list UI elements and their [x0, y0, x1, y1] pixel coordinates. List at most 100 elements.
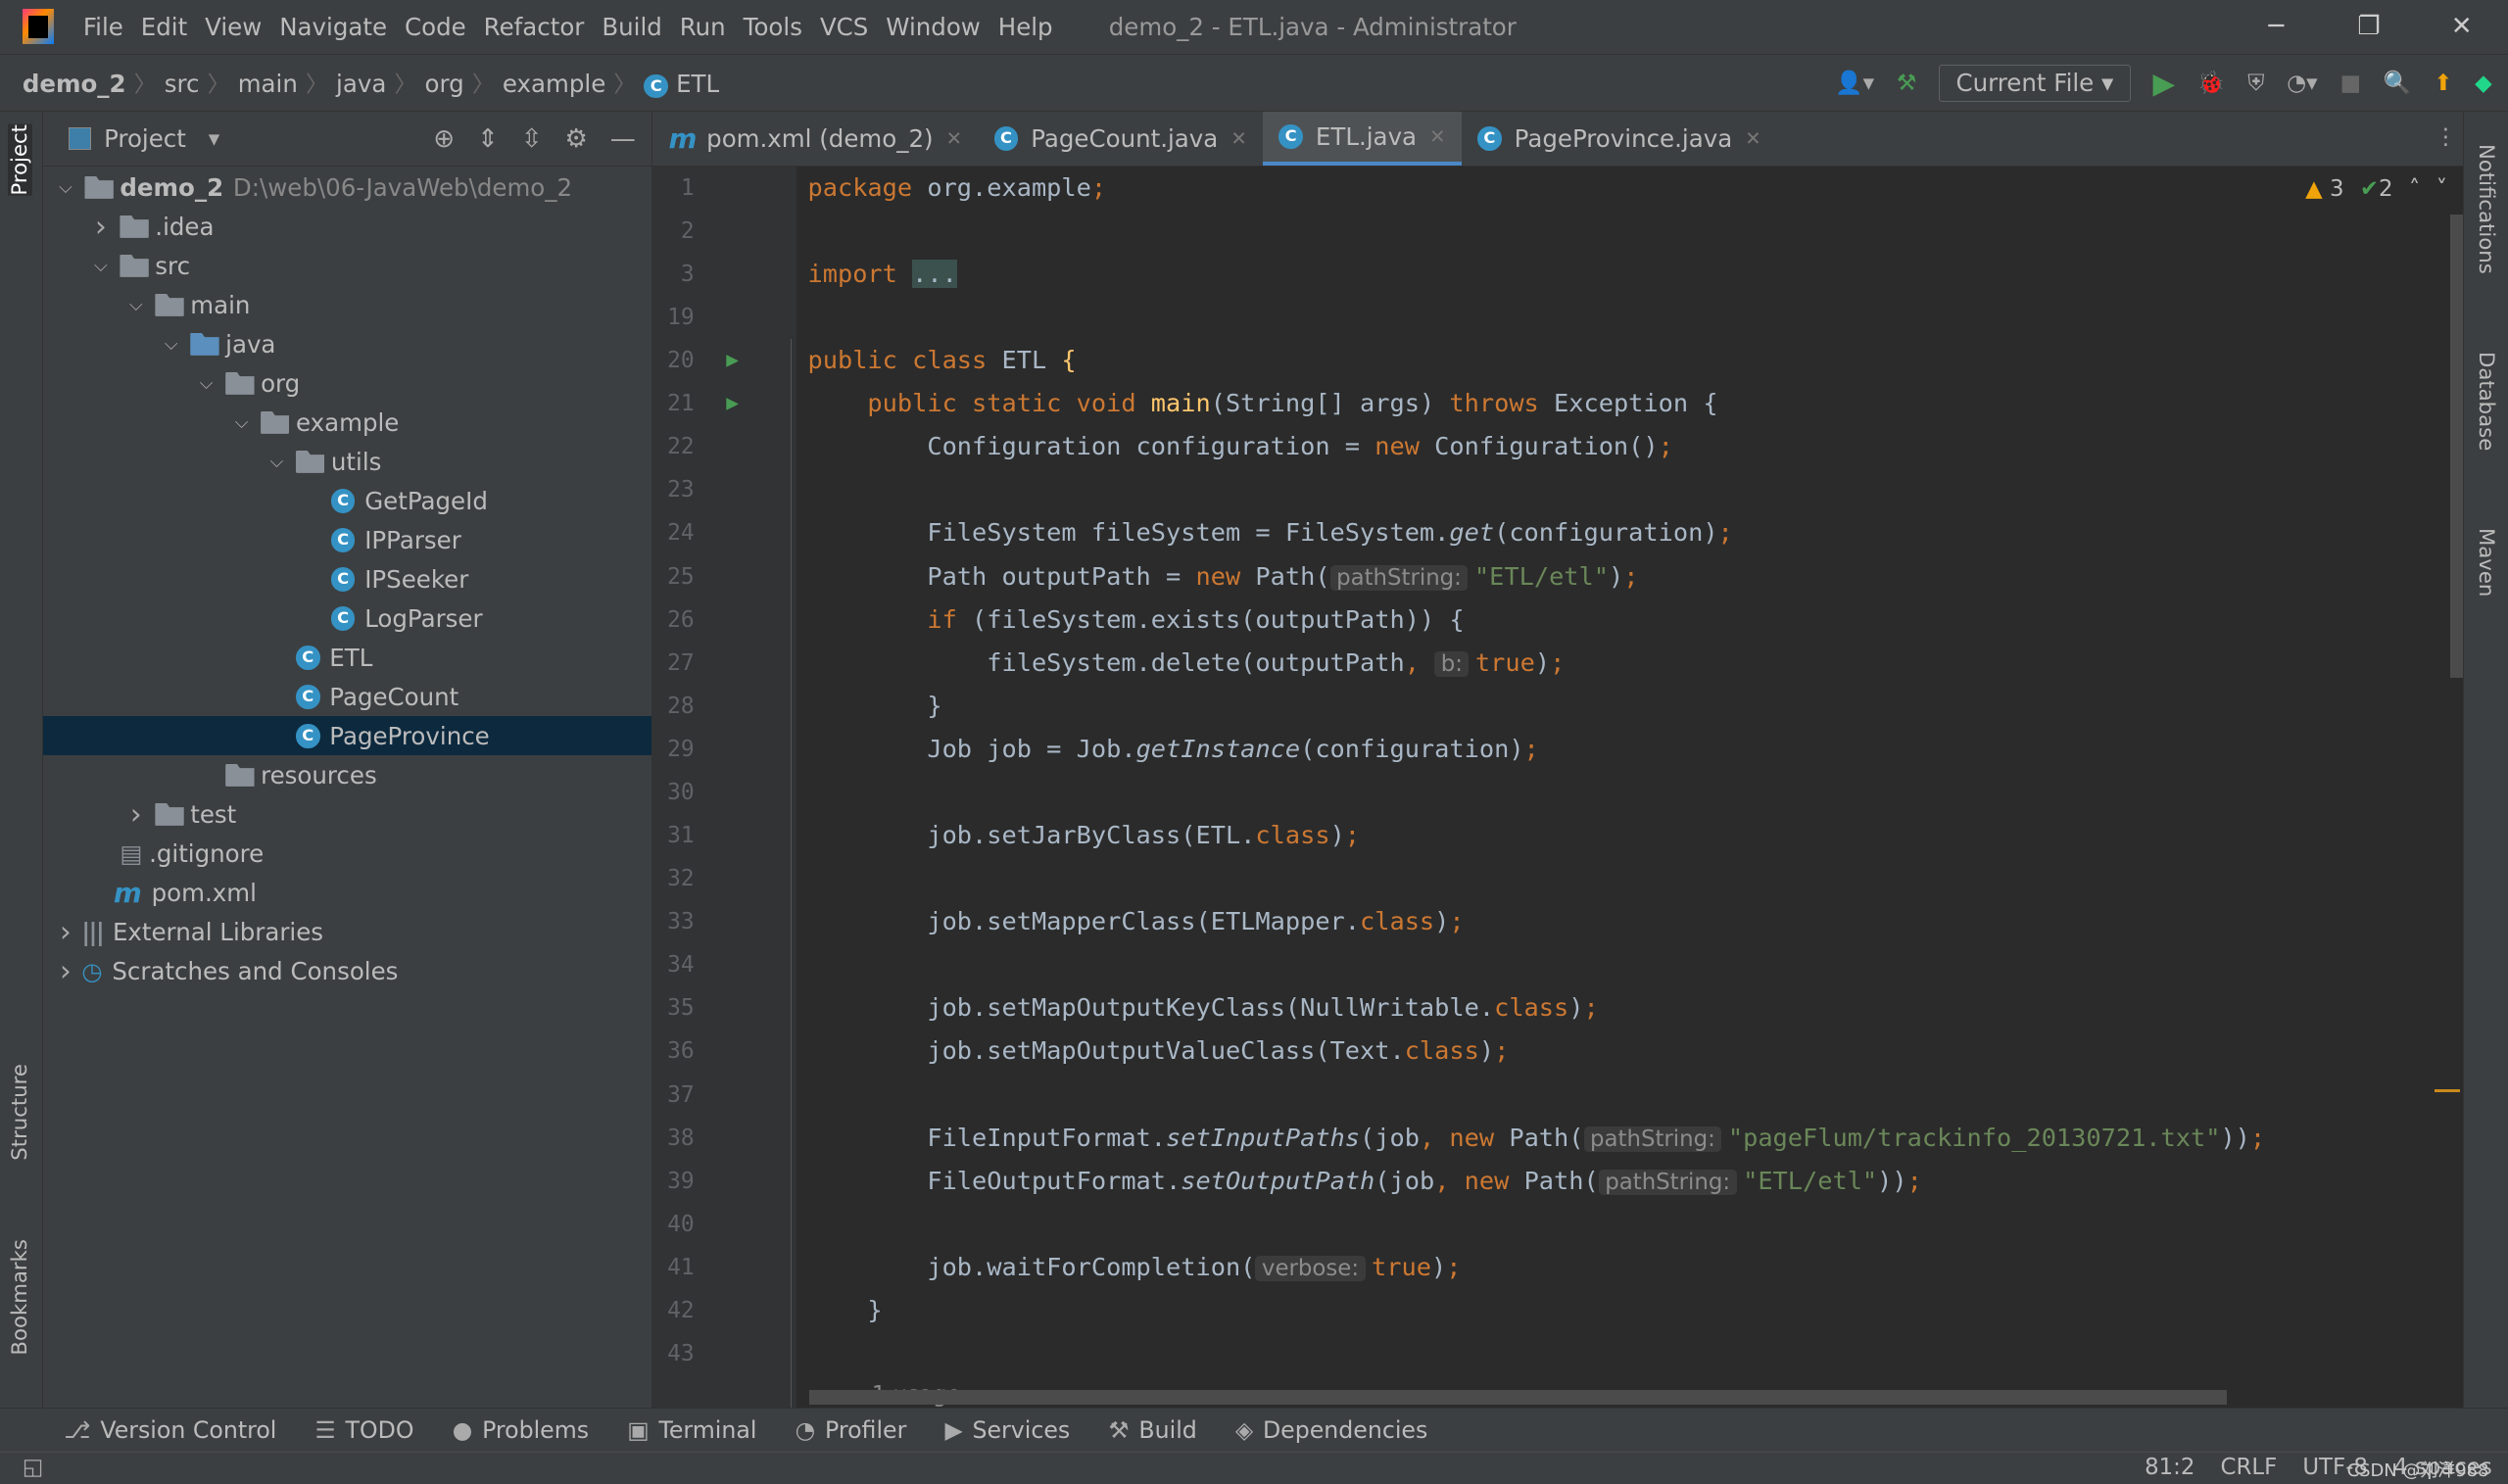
close-tab-icon[interactable]: ✕	[946, 127, 962, 150]
update-icon[interactable]: ⬆	[2434, 71, 2452, 96]
tree-item[interactable]: › .idea	[43, 207, 651, 246]
menu-item-navigate[interactable]: Navigate	[279, 13, 387, 41]
chevron-down-icon[interactable]: ⌵	[88, 256, 114, 276]
menu-item-run[interactable]: Run	[680, 13, 726, 41]
breadcrumb-item[interactable]: java	[336, 70, 386, 98]
tool-build[interactable]: ⚒ Build	[1108, 1416, 1196, 1444]
menu-item-window[interactable]: Window	[886, 13, 981, 41]
tree-item[interactable]: ⌵ java	[43, 324, 651, 363]
chevron-right-icon[interactable]: ›	[53, 954, 78, 987]
tree-item[interactable]: resources	[43, 755, 651, 794]
restore-button[interactable]: ❐	[2323, 0, 2416, 55]
breadcrumb-item[interactable]: org	[425, 70, 464, 98]
menu-item-code[interactable]: Code	[405, 13, 466, 41]
project-panel-title[interactable]: Project	[104, 124, 186, 153]
tab-pagecount-java[interactable]: C PageCount.java ✕	[978, 112, 1263, 166]
tree-item[interactable]: C IPSeeker	[43, 559, 651, 598]
close-button[interactable]: ✕	[2415, 0, 2508, 55]
tool-services[interactable]: ▶ Services	[944, 1416, 1070, 1444]
menu-item-vcs[interactable]: VCS	[820, 13, 868, 41]
expand-all-icon[interactable]: ⇕	[477, 124, 499, 154]
tree-item[interactable]: › ◷ Scratches and Consoles	[43, 951, 651, 990]
project-tool-button[interactable]: Project	[8, 124, 33, 196]
toggle-tool-windows-icon[interactable]: ◱	[23, 1455, 44, 1480]
tool-terminal[interactable]: ▣ Terminal	[627, 1416, 756, 1444]
tree-item[interactable]: C ETL	[43, 638, 651, 677]
menu-item-edit[interactable]: Edit	[141, 13, 187, 41]
tree-item[interactable]: C PageCount	[43, 677, 651, 716]
collapse-all-icon[interactable]: ⇳	[521, 124, 543, 154]
breadcrumb-item[interactable]: main	[238, 70, 298, 98]
run-icon[interactable]: ▶	[2152, 67, 2175, 100]
code-editor[interactable]: 1 package org.example; 2 3 import ... 19 20 ▶ pu…	[652, 166, 2464, 1408]
next-highlight-icon[interactable]: ˅	[2436, 176, 2447, 202]
breadcrumb-item[interactable]: demo_2	[23, 70, 126, 98]
tree-item[interactable]: m pom.xml	[43, 873, 651, 912]
menu-item-refactor[interactable]: Refactor	[484, 13, 585, 41]
tab-options-icon[interactable]: ⋮	[2435, 124, 2457, 150]
structure-tool-button[interactable]: Structure	[8, 1064, 32, 1161]
tool-profiler[interactable]: ◔ Profiler	[796, 1416, 907, 1444]
tab-etl-java[interactable]: C ETL.java ✕	[1263, 112, 1462, 166]
breadcrumb-item[interactable]: ETL	[676, 70, 719, 98]
vertical-scrollbar[interactable]	[2450, 214, 2464, 679]
close-tab-icon[interactable]: ✕	[1429, 125, 1445, 148]
tree-item[interactable]: C PageProvince	[43, 716, 652, 756]
warning-marker[interactable]	[2434, 1088, 2461, 1093]
chevron-down-icon[interactable]: ⌵	[194, 373, 219, 394]
tool-version-control[interactable]: ⎇ Version Control	[64, 1416, 276, 1444]
user-icon[interactable]: 👤▾	[1835, 70, 1874, 96]
menu-item-build[interactable]: Build	[602, 13, 661, 41]
database-tool-button[interactable]: Database	[2474, 352, 2498, 451]
maven-tool-button[interactable]: Maven	[2474, 528, 2498, 597]
tree-item[interactable]: ⌵ utils	[43, 442, 651, 481]
coverage-icon[interactable]: ⛨	[2247, 71, 2264, 96]
tree-item[interactable]: ⌵ demo_2 D:\web\06-JavaWeb\demo_2	[43, 168, 651, 207]
close-tab-icon[interactable]: ✕	[1745, 127, 1760, 150]
chevron-down-icon[interactable]: ⌵	[123, 295, 149, 315]
menu-item-file[interactable]: File	[83, 13, 123, 41]
tree-item[interactable]: › ||| External Libraries	[43, 912, 651, 951]
tree-item[interactable]: ⌵ org	[43, 363, 651, 403]
chevron-right-icon[interactable]: ›	[88, 210, 114, 243]
horizontal-scrollbar[interactable]	[809, 1389, 2227, 1405]
close-tab-icon[interactable]: ✕	[1230, 127, 1246, 150]
run-config-select[interactable]: Current File ▾	[1939, 65, 2131, 102]
locate-icon[interactable]: ⊕	[433, 124, 455, 154]
ok-count[interactable]: ✔2	[2360, 176, 2393, 202]
tree-item[interactable]: C GetPageId	[43, 481, 651, 520]
line-separator[interactable]: CRLF	[2221, 1455, 2278, 1480]
tree-item[interactable]: C LogParser	[43, 598, 651, 638]
bookmarks-tool-button[interactable]: Bookmarks	[8, 1239, 32, 1356]
warning-count[interactable]: ▲ 3	[2305, 176, 2343, 202]
chevron-down-icon[interactable]: ⌵	[228, 412, 254, 433]
debug-icon[interactable]: 🐞	[2197, 70, 2225, 96]
hide-icon[interactable]: —	[610, 124, 636, 154]
inspection-widget[interactable]: ▲ 3 ✔2 ˄ ˅	[2305, 176, 2447, 202]
prev-highlight-icon[interactable]: ˄	[2409, 176, 2420, 202]
profiler-icon[interactable]: ◔▾	[2287, 71, 2317, 96]
tree-item[interactable]: ⌵ example	[43, 403, 651, 442]
chevron-down-icon[interactable]: ⌵	[53, 177, 78, 198]
caret-position[interactable]: 81:2	[2145, 1455, 2194, 1480]
tree-item[interactable]: › test	[43, 794, 651, 834]
search-icon[interactable]: 🔍	[2384, 70, 2411, 96]
chevron-right-icon[interactable]: ›	[123, 797, 149, 831]
menu-item-tools[interactable]: Tools	[744, 13, 802, 41]
tree-item[interactable]: C IPParser	[43, 520, 651, 559]
tool-problems[interactable]: ● Problems	[453, 1416, 589, 1444]
notifications-tool-button[interactable]: Notifications	[2474, 144, 2498, 274]
tab-pom-xml-demo-2-[interactable]: m pom.xml (demo_2) ✕	[652, 112, 978, 166]
tool-dependencies[interactable]: ◈ Dependencies	[1235, 1416, 1427, 1444]
stop-icon[interactable]: ■	[2339, 71, 2361, 96]
run-gutter-icon[interactable]: ▶	[726, 339, 739, 382]
menu-item-view[interactable]: View	[205, 13, 262, 41]
chevron-down-icon[interactable]: ⌵	[264, 452, 289, 472]
minimize-button[interactable]: ─	[2230, 0, 2323, 55]
tree-item[interactable]: ⌵ main	[43, 285, 651, 324]
tool-todo[interactable]: ☰ TODO	[315, 1416, 414, 1444]
tree-item[interactable]: ⌵ src	[43, 246, 651, 285]
chevron-down-icon[interactable]: ⌵	[159, 334, 184, 355]
tree-item[interactable]: ▤ .gitignore	[43, 834, 651, 873]
view-dropdown-icon[interactable]: ▾	[209, 126, 219, 152]
